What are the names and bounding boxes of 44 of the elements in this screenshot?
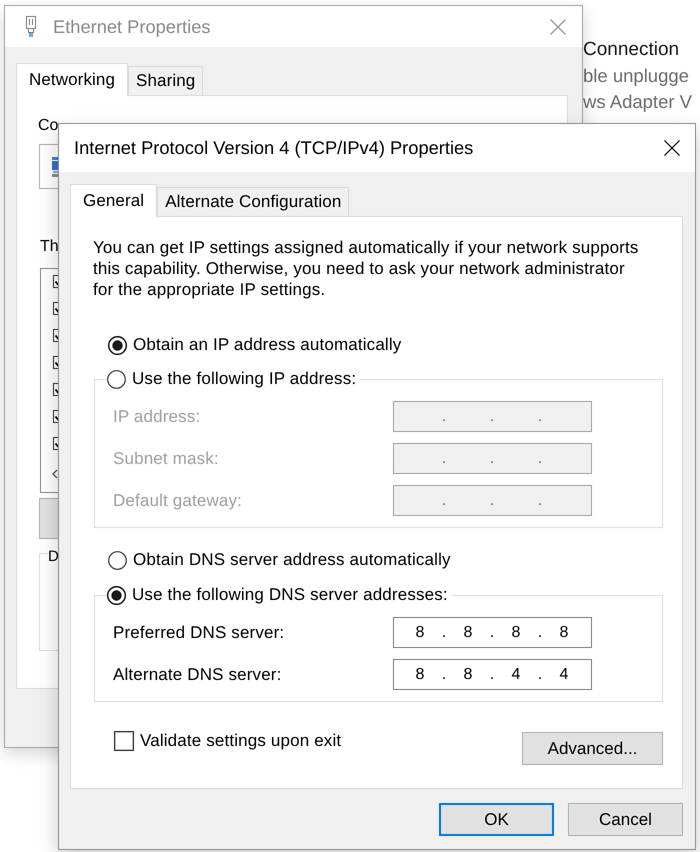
close-icon — [550, 18, 566, 34]
heading-text: Connection — [583, 38, 680, 62]
checkbox[interactable] — [53, 329, 58, 342]
checkbox[interactable] — [53, 356, 58, 369]
window-title: Ethernet Properties — [53, 16, 211, 38]
checkbox[interactable] — [53, 383, 58, 396]
radio-button[interactable] — [108, 550, 127, 570]
checkbox[interactable] — [53, 302, 58, 315]
field-label: Co — [38, 116, 58, 136]
tab[interactable]: Sharing — [128, 66, 204, 95]
checkbox[interactable] — [53, 437, 58, 450]
dns-server-field[interactable]: 8 . 8 . 8 . 8 — [393, 617, 592, 648]
advanced-button[interactable]: Advanced... — [522, 732, 663, 765]
radio-label[interactable]: Obtain an IP address automatically — [133, 335, 402, 355]
field-label: Subnet mask: — [113, 448, 220, 468]
dns-server-field[interactable]: 8 . 8 . 4 . 4 — [393, 659, 592, 690]
description-text: You can get IP settings assigned automatically if your network supports this capability. Otherwise, you need to ask your network administrator for the appropriate IP settings. — [93, 237, 640, 300]
detail-text: ble unplugge — [583, 64, 690, 88]
field-label: Default gateway: — [113, 490, 244, 510]
radio-label[interactable]: Obtain DNS server address automatically — [133, 550, 451, 570]
radio-button[interactable] — [107, 370, 126, 388]
field-label: Preferred DNS server: — [113, 622, 286, 642]
radio-button[interactable] — [108, 336, 127, 354]
cancel-button[interactable]: Cancel — [568, 803, 683, 836]
tab[interactable]: Alternate Configuration — [157, 187, 350, 216]
detail-text: ws Adapter V — [583, 90, 692, 114]
ok-button[interactable]: OK — [439, 803, 554, 836]
close-button[interactable] — [664, 140, 680, 156]
tab[interactable]: Networking — [16, 63, 128, 96]
tab[interactable]: General — [70, 184, 158, 217]
plug-icon — [26, 16, 36, 37]
close-icon — [664, 140, 680, 156]
list-label: Th — [40, 237, 59, 257]
radio-label[interactable]: Use the following IP address: — [132, 369, 356, 389]
checkbox-label[interactable]: Validate settings upon exit — [140, 731, 342, 751]
field-label: IP address: — [113, 406, 202, 426]
chevron-left-icon[interactable] — [52, 469, 58, 479]
radio-label[interactable]: Use the following DNS server addresses: — [132, 585, 448, 605]
field-label: Alternate DNS server: — [113, 664, 282, 684]
checkbox[interactable] — [53, 275, 58, 288]
window-title: Internet Protocol Version 4 (TCP/IPv4) Properties — [74, 137, 474, 159]
checkbox[interactable] — [114, 731, 134, 751]
radio-button[interactable] — [107, 586, 126, 604]
checkbox[interactable] — [53, 410, 58, 423]
